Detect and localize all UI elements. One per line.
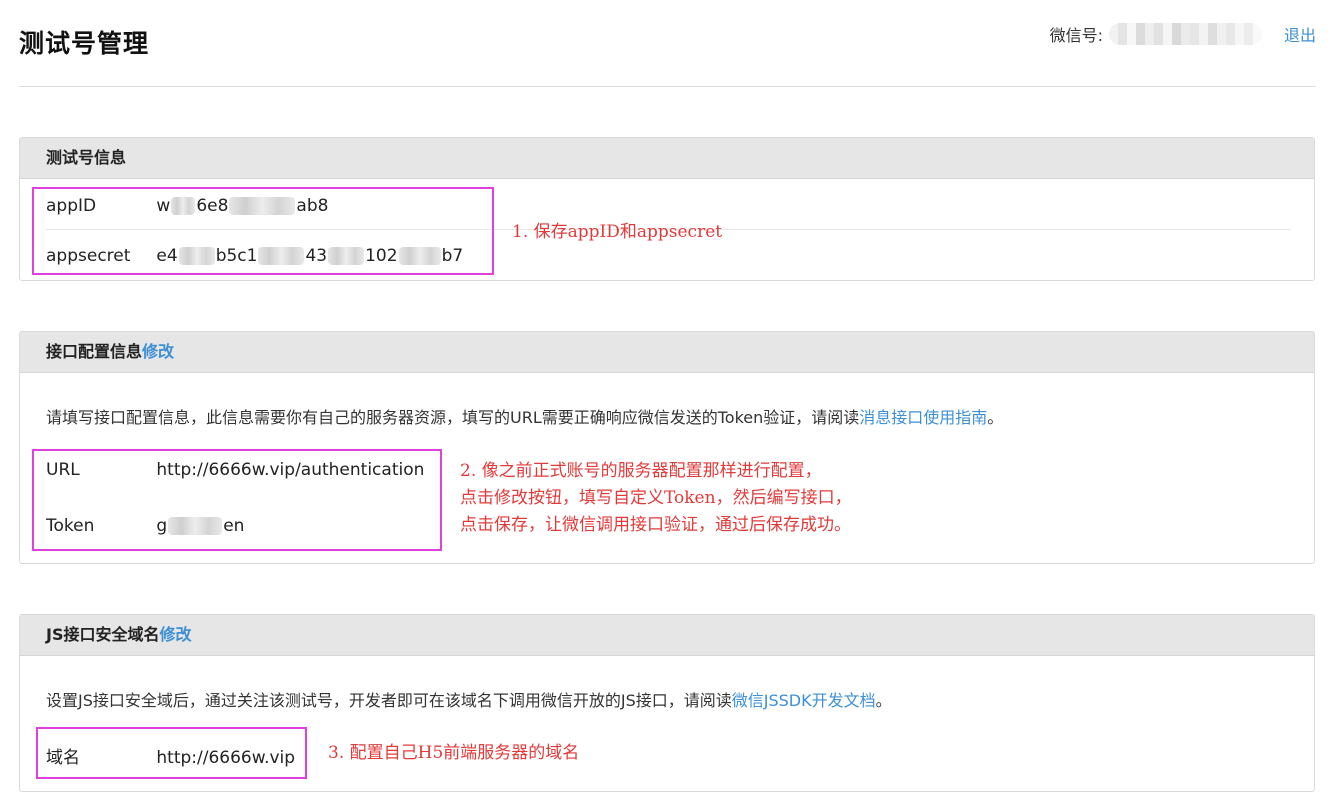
annotation-box-credentials [32, 187, 494, 275]
js-domain-description: 设置JS接口安全域后，通过关注该测试号，开发者即可在该域名下调用微信开放的JS接… [46, 691, 892, 710]
message-api-guide-link[interactable]: 消息接口使用指南 [859, 408, 987, 427]
annotation-note-3: 3. 配置自己H5前端服务器的域名 [328, 743, 580, 763]
annotation-box-server-config [32, 449, 442, 551]
annotation-note-2: 2. 像之前正式账号的服务器配置那样进行配置， 点击修改按钮，填写自定义Toke… [460, 461, 852, 535]
js-domain-heading: JS接口安全域名修改 [20, 615, 1314, 656]
logout-link[interactable]: 退出 [1284, 22, 1316, 46]
interface-config-heading: 接口配置信息修改 [20, 332, 1314, 373]
wechat-id-redacted [1108, 23, 1262, 45]
account-area: 微信号: 退出 [1050, 22, 1316, 46]
js-domain-edit-link[interactable]: 修改 [159, 625, 191, 644]
header-divider [19, 86, 1316, 87]
test-account-heading: 测试号信息 [20, 138, 1314, 179]
annotation-box-domain [36, 727, 307, 779]
wechat-id-label: 微信号: [1049, 26, 1103, 45]
jssdk-doc-link[interactable]: 微信JSSDK开发文档 [732, 691, 876, 710]
page-title: 测试号管理 [19, 29, 150, 58]
interface-config-edit-link[interactable]: 修改 [142, 342, 174, 361]
interface-config-description: 请填写接口配置信息，此信息需要你有自己的服务器资源，填写的URL需要正确响应微信… [46, 408, 1004, 427]
annotation-note-1: 1. 保存appID和appsecret [512, 222, 723, 242]
